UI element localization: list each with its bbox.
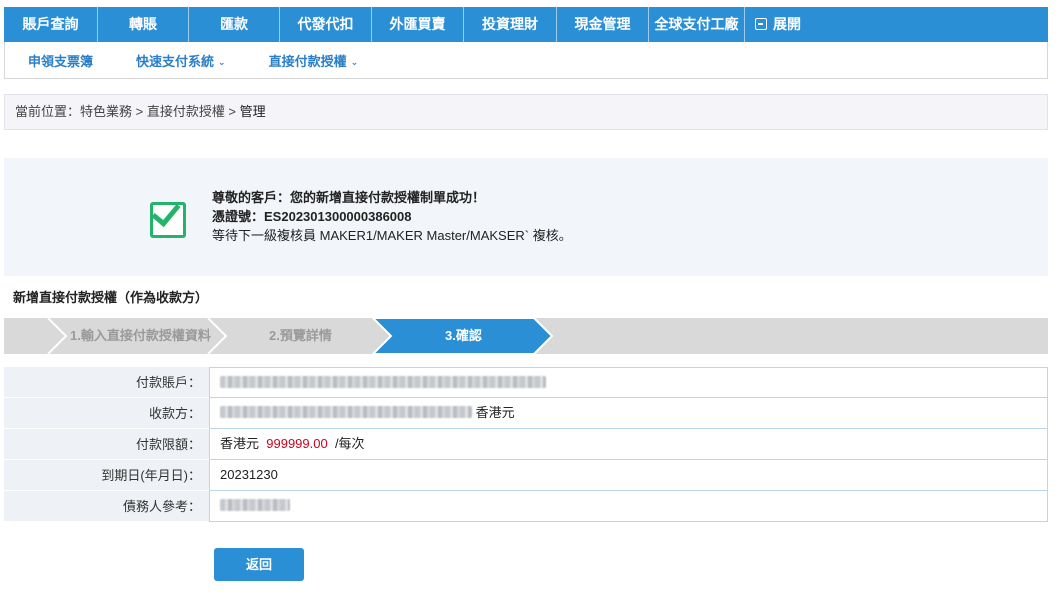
step-3: 3.確認 [445,328,482,343]
nav-cash-management[interactable]: 現金管理 [557,7,649,42]
expand-icon [755,18,767,30]
progress-steps: 1.輸入直接付款授權資料 2.預覽詳情 3.確認 [4,318,1048,354]
nav-payroll[interactable]: 代發代扣 [280,7,372,42]
subnav-fps-label: 快速支付系統 [136,53,215,69]
nav-transfer[interactable]: 轉賬 [98,7,189,42]
page: 賬戶查詢 轉賬 匯款 代發代扣 外匯買賣 投資理財 現金管理 全球支付工廠 展開… [0,0,1056,594]
subnav-direct-debit[interactable]: 直接付款授權 ⌄ [269,51,359,70]
debtor-ref-value [209,491,1048,522]
nav-remittance[interactable]: 匯款 [189,7,280,42]
limit-currency: 香港元 [220,436,260,451]
expand-label: 展開 [773,16,801,32]
limit-value: 香港元 999999.00 /每次 [209,429,1048,460]
redacted-reference [220,499,290,511]
payer-account-label: 付款賬戶： [4,367,209,398]
limit-amount: 999999.00 [266,436,328,451]
subnav-fps[interactable]: 快速支付系統 ⌄ [136,51,226,70]
back-button[interactable]: 返回 [214,548,304,581]
breadcrumb: 當前位置：特色業務 > 直接付款授權 > 管理 [4,94,1048,130]
nav-account-inquiry[interactable]: 賬戶查詢 [4,7,98,42]
limit-unit: /每次 [334,436,365,451]
subnav-direct-debit-label: 直接付款授權 [268,53,347,69]
step-2: 2.預覽詳情 [269,328,332,343]
nav-forex[interactable]: 外匯買賣 [372,7,464,42]
nav-expand-button[interactable]: 展開 [745,7,835,42]
section-title: 新增直接付款授權（作為收款方） [13,290,209,305]
expiry-value: 20231230 [209,460,1048,491]
chevron-down-icon: ⌄ [350,56,359,67]
voucher-line: 憑證號：ES202301300000386008 [212,207,572,226]
nav-global-payment[interactable]: 全球支付工廠 [649,7,745,42]
success-title: 尊敬的客戶：您的新增直接付款授權制單成功！ [212,190,486,205]
redacted-payee [220,406,472,418]
details-table: 付款賬戶： 收款方： 香港元 付款限額： 香港元 999999.00 /每次 到… [4,367,1048,522]
expiry-label: 到期日(年月日)： [4,460,209,491]
step-1: 1.輸入直接付款授權資料 [70,328,211,343]
table-row: 到期日(年月日)： 20231230 [4,460,1048,491]
table-row: 付款限額： 香港元 999999.00 /每次 [4,429,1048,460]
sub-nav: 申領支票簿 快速支付系統 ⌄ 直接付款授權 ⌄ [4,42,1048,79]
payee-currency: 香港元 [475,405,515,420]
payee-value: 香港元 [209,398,1048,429]
table-row: 債務人參考： [4,491,1048,522]
table-row: 收款方： 香港元 [4,398,1048,429]
payer-account-value [209,367,1048,398]
debtor-ref-label: 債務人參考： [4,491,209,522]
success-message: 尊敬的客戶：您的新增直接付款授權制單成功！ 憑證號：ES202301300000… [212,188,572,245]
limit-label: 付款限額： [4,429,209,460]
top-nav: 賬戶查詢 轉賬 匯款 代發代扣 外匯買賣 投資理財 現金管理 全球支付工廠 展開 [4,7,1048,42]
breadcrumb-current: 管理 [239,104,266,119]
payee-label: 收款方： [4,398,209,429]
nav-investment[interactable]: 投資理財 [464,7,557,42]
voucher-label: 憑證號： [212,209,265,224]
success-panel: 尊敬的客戶：您的新增直接付款授權制單成功！ 憑證號：ES202301300000… [4,158,1048,276]
chevron-down-icon: ⌄ [218,56,226,67]
voucher-number: ES202301300000386008 [264,209,412,224]
breadcrumb-path: 當前位置：特色業務 > 直接付款授權 > [15,104,240,119]
redacted-account [220,376,546,388]
subnav-cheque-book[interactable]: 申領支票簿 [28,51,93,70]
table-row: 付款賬戶： [4,367,1048,398]
approval-note: 等待下一級複核員 MAKER1/MAKER Master/MAKSER` 複核。 [212,228,572,243]
success-check-icon [150,196,186,238]
